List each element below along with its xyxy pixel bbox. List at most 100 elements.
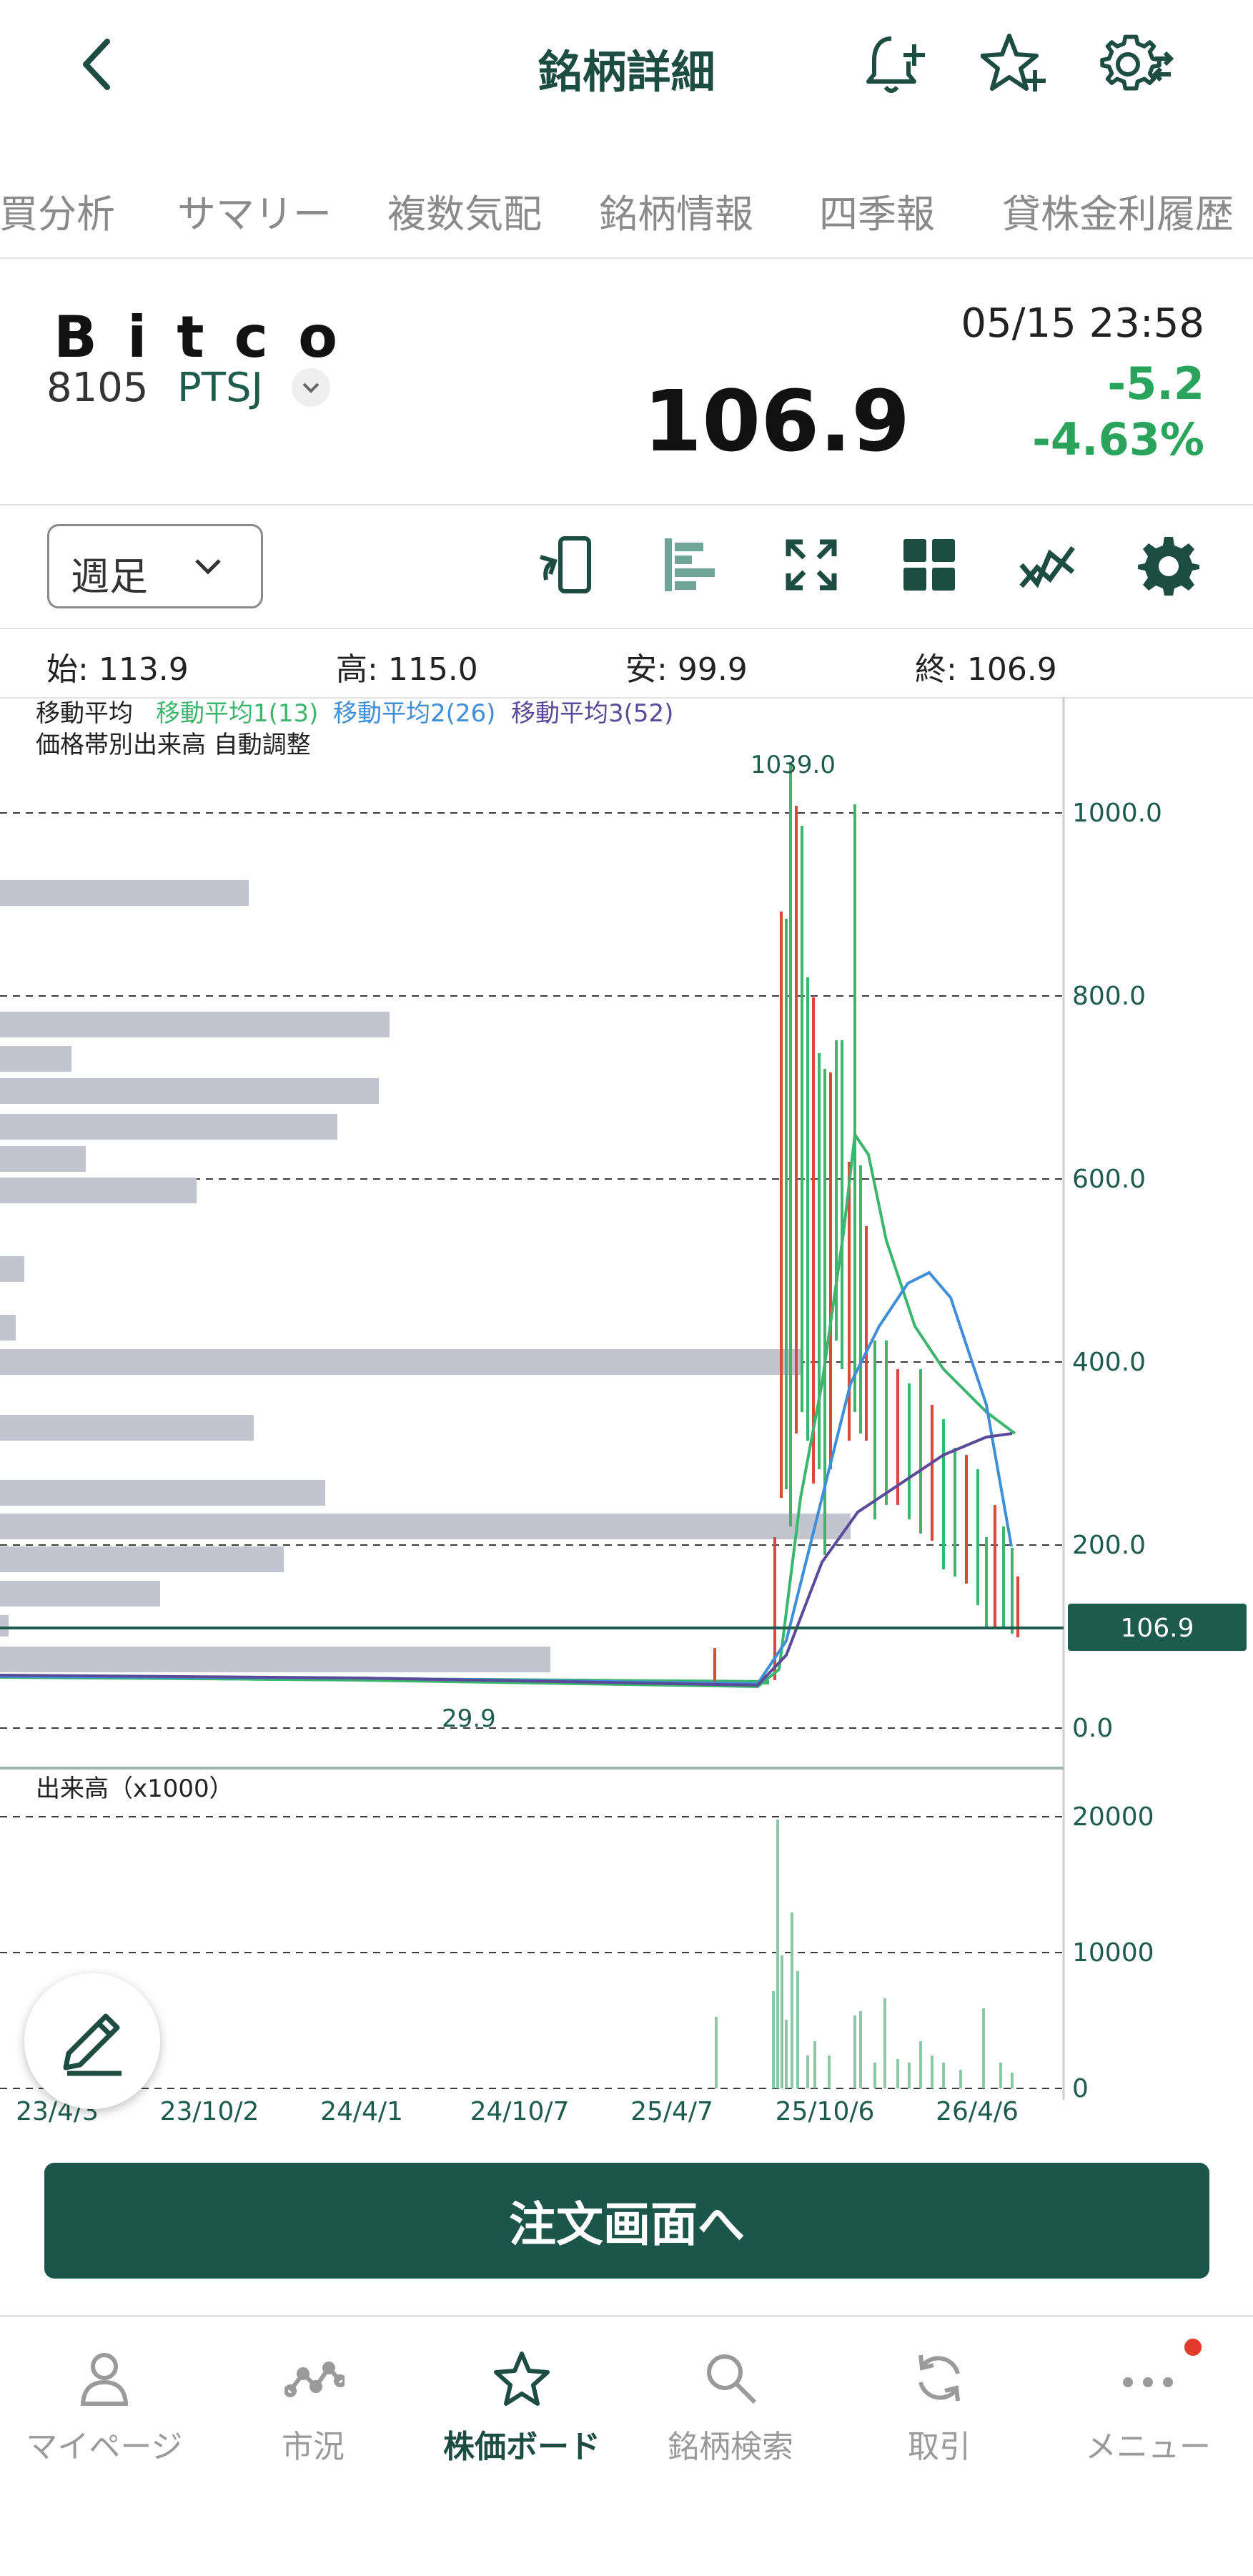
low-label: 安: — [625, 651, 668, 688]
high-value: 115.0 — [387, 651, 478, 688]
nav-stock-board[interactable]: 株価ボード — [417, 2317, 626, 2503]
chevron-down-icon — [195, 559, 221, 575]
date-tick-label: 26/4/6 — [936, 2097, 1019, 2126]
volume-profile-legend: 価格帯別出来高 自動調整 — [36, 731, 311, 759]
nav-market[interactable]: 市況 — [209, 2317, 417, 2503]
volume-profile-bar — [0, 1480, 325, 1506]
star-icon — [494, 2352, 550, 2406]
market-line-icon — [284, 2362, 345, 2397]
volume-profile-bar — [0, 1546, 284, 1572]
star-plus-icon — [981, 34, 1046, 92]
horizontal-bars-icon — [665, 538, 715, 591]
search-icon — [707, 2354, 757, 2404]
close-value: 106.9 — [966, 651, 1057, 688]
volume-tick-label: 0 — [1072, 2074, 1089, 2103]
ma2-legend: 移動平均2(26) — [333, 699, 495, 728]
nav-search[interactable]: 銘柄検索 — [626, 2317, 835, 2503]
chart-settings-button[interactable] — [1133, 529, 1204, 601]
volume-profile-bar — [0, 1178, 197, 1203]
bell-plus-icon — [866, 36, 925, 93]
gear-swap-icon — [1100, 34, 1174, 91]
quote-datetime: 05/15 23:58 — [961, 300, 1204, 347]
chevron-down-icon — [302, 383, 320, 393]
refresh-icon — [918, 2354, 960, 2402]
ma3-legend: 移動平均3(52) — [511, 699, 673, 728]
volume-title: 出来高（x1000） — [36, 1775, 234, 1803]
more-icon — [1123, 2377, 1173, 2387]
volume-profile-bar — [0, 1078, 379, 1104]
nav-label: 株価ボード — [443, 2429, 600, 2465]
divider — [0, 504, 1253, 505]
nav-mypage[interactable]: マイページ — [0, 2317, 209, 2503]
ma-legend-prefix: 移動平均 — [36, 699, 133, 728]
close-label: 終: — [915, 651, 957, 688]
volume-profile-bar — [0, 1114, 337, 1140]
nav-label: 市況 — [282, 2429, 345, 2465]
ohlc-high: 高: 115.0 — [336, 643, 478, 689]
market-selector[interactable]: PTSJ — [177, 365, 263, 411]
pencil-icon — [63, 2013, 122, 2076]
edit-fab[interactable] — [24, 1973, 160, 2109]
indicator-icon — [1019, 546, 1075, 588]
price-tick-label: 1000.0 — [1072, 799, 1162, 828]
ohlc-low: 安: 99.9 — [625, 643, 748, 689]
nav-trade[interactable]: 取引 — [835, 2317, 1044, 2503]
fullscreen-button[interactable] — [776, 529, 847, 601]
divider — [0, 628, 1253, 629]
person-icon — [80, 2353, 129, 2406]
tab-lending-history[interactable]: 貸株金利履歴 — [1002, 182, 1234, 239]
order-screen-button[interactable]: 注文画面へ — [44, 2163, 1209, 2279]
date-tick-label: 25/10/6 — [776, 2097, 875, 2126]
nav-label: 取引 — [908, 2429, 971, 2465]
notification-badge — [1184, 2339, 1202, 2356]
ma1-legend: 移動平均1(13) — [156, 699, 318, 728]
tab-stock-info[interactable]: 銘柄情報 — [599, 182, 753, 239]
low-value: 99.9 — [677, 651, 748, 688]
period-selector[interactable]: 週足 — [47, 524, 263, 608]
volume-profile-bar — [0, 1581, 160, 1607]
price-change-percent: -4.63% — [1032, 413, 1204, 465]
price-chart[interactable]: 移動平均 移動平均1(13) 移動平均2(26) 移動平均3(52) 価格帯別出… — [0, 697, 1253, 2127]
favorite-add-button[interactable] — [979, 29, 1051, 100]
current-price-tag-label: 106.9 — [1120, 1614, 1194, 1643]
tab-multi-quotes[interactable]: 複数気配 — [387, 182, 542, 239]
price-tick-label: 200.0 — [1072, 1531, 1146, 1560]
market-dropdown-button[interactable] — [292, 368, 330, 407]
page-title: 銘柄詳細 — [538, 46, 715, 98]
tab-summary[interactable]: サマリー — [177, 182, 332, 239]
volume-profile-button[interactable] — [654, 529, 725, 601]
date-tick-label: 24/10/7 — [470, 2097, 570, 2126]
min-price-label: 29.9 — [442, 1704, 496, 1733]
nav-menu[interactable]: メニュー — [1044, 2317, 1252, 2503]
layout-button[interactable] — [893, 529, 965, 601]
volume-profile-bar — [0, 1046, 71, 1072]
alert-add-button[interactable] — [861, 29, 933, 100]
open-label: 始: — [46, 651, 89, 688]
date-tick-label: 25/4/7 — [630, 2097, 713, 2126]
gear-icon — [1138, 537, 1199, 596]
settings-button[interactable] — [1097, 29, 1176, 100]
indicator-button[interactable] — [1011, 529, 1083, 601]
date-tick-label: 23/10/2 — [160, 2097, 259, 2126]
volume-profile-bar — [0, 1415, 254, 1441]
nav-label: メニュー — [1085, 2429, 1211, 2465]
high-label: 高: — [336, 651, 378, 688]
volume-profile-bar — [0, 1315, 16, 1341]
volume-profile-bar — [0, 1146, 86, 1172]
volume-profile-bar — [0, 1615, 9, 1637]
stock-name: Bitco — [54, 304, 368, 370]
tab-shikiho[interactable]: 四季報 — [819, 182, 935, 239]
ohlc-open: 始: 113.9 — [46, 643, 189, 689]
volume-profile-bar — [0, 880, 249, 906]
date-tick-label: 24/4/1 — [320, 2097, 403, 2126]
price-change: -5.2 — [1107, 357, 1204, 410]
volume-profile-bar — [0, 1349, 803, 1375]
grid-icon — [903, 539, 955, 591]
tab-trading-analysis[interactable]: 売買分析 — [0, 182, 115, 239]
nav-label: 銘柄検索 — [668, 2429, 793, 2465]
volume-profile-bar — [0, 1647, 550, 1672]
volume-profile-bar — [0, 1012, 390, 1037]
rotate-screen-button[interactable] — [533, 529, 604, 601]
price-tick-label: 600.0 — [1072, 1165, 1146, 1194]
nav-label: マイページ — [26, 2429, 183, 2465]
